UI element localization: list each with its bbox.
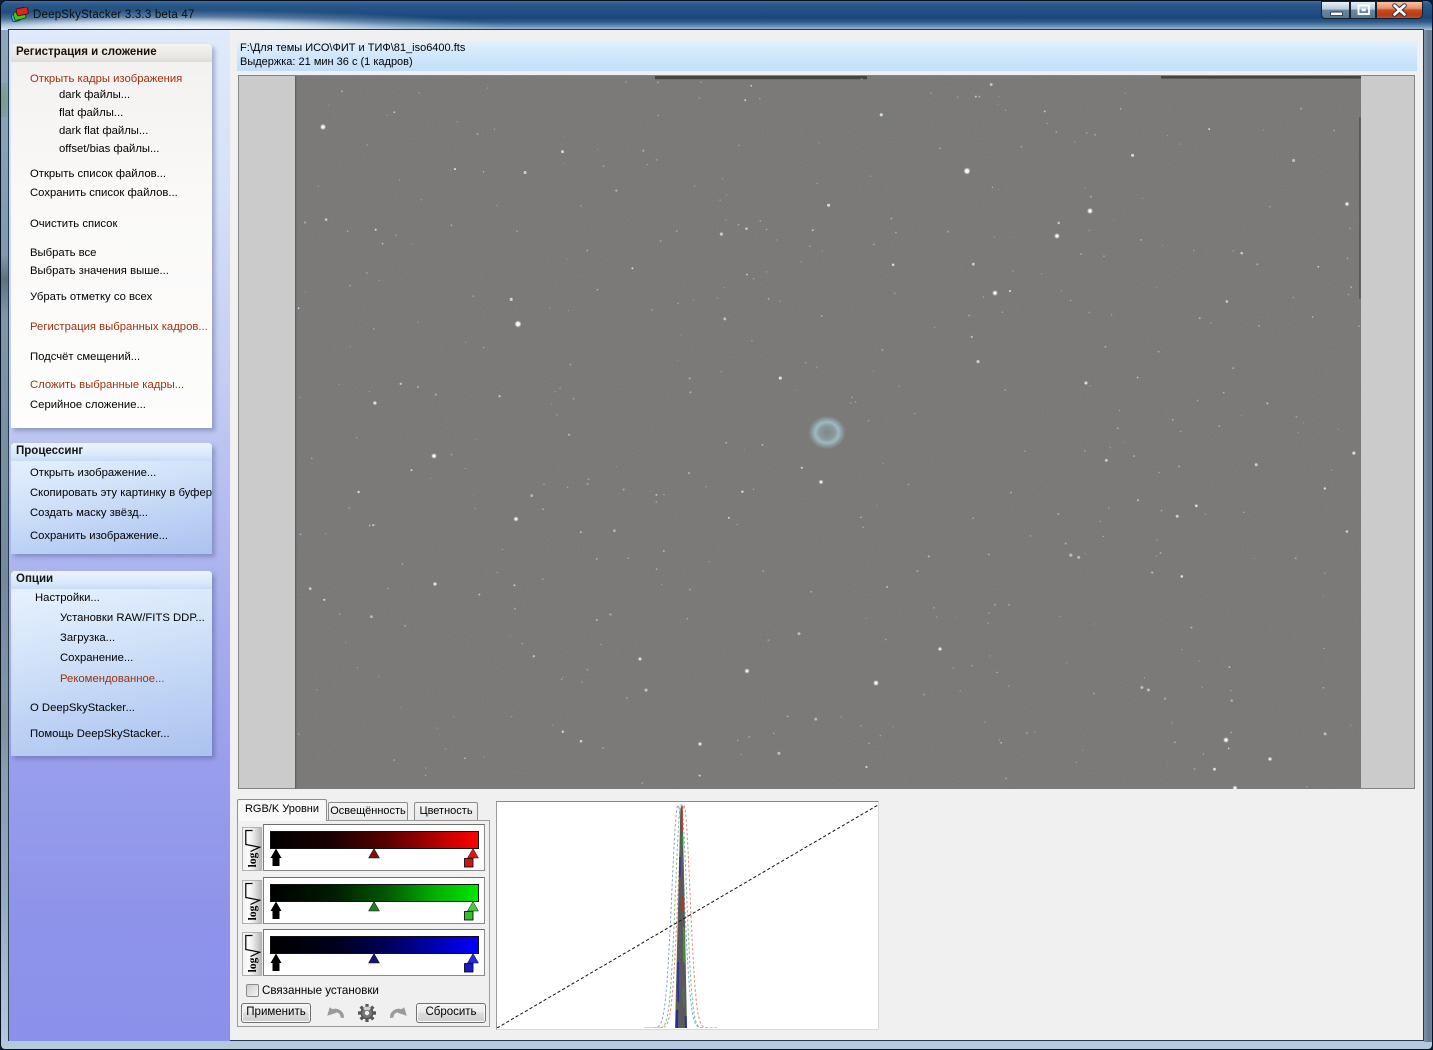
svg-text:log: log [247, 905, 259, 920]
svg-text:log: log [247, 852, 259, 867]
svg-text:log: log [247, 957, 259, 972]
